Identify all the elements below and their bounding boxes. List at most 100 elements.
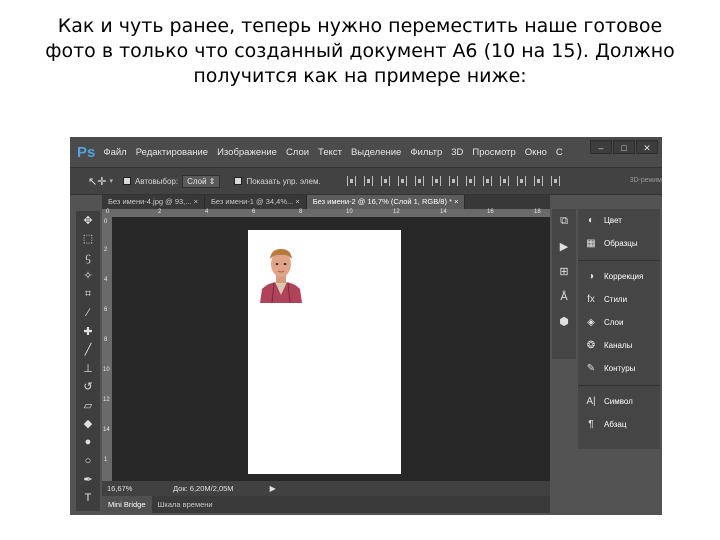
horizontal-ruler: 0 2 4 6 8 10 12 14 16 18 [102,209,550,217]
menu-select[interactable]: Выделение [351,147,401,158]
menu-filter[interactable]: Фильтр [410,147,442,158]
panel-paragraph[interactable]: ¶ Абзац [578,413,660,436]
panel-color[interactable]: ◐ Цвет [578,209,660,232]
menu-edit[interactable]: Редактирование [136,147,208,158]
panel-swatches[interactable]: ▦ Образцы [578,232,660,255]
close-button[interactable]: ✕ [636,140,658,154]
ruler-tick: 12 [393,209,400,215]
eraser-tool-icon[interactable]: ▱ [76,396,100,415]
lasso-tool-icon[interactable]: ᦓ [76,248,100,267]
distribute-bottom-icon[interactable] [482,176,492,186]
slide-caption: Как и чуть ранее, теперь нужно перемести… [20,14,700,89]
distribute-vcenter-icon[interactable] [465,176,475,186]
panel-channels[interactable]: ❂ Каналы [578,334,660,357]
dodge-tool-icon[interactable]: ○ [76,452,100,471]
caption-line-3: получится как на примере ниже: [193,65,527,87]
tab-document-1[interactable]: Без имени-1 @ 34,4%... × [205,195,307,209]
menu-type[interactable]: Текст [318,147,342,158]
actions-play-icon[interactable]: ▶ [552,234,576,259]
paint-bucket-tool-icon[interactable]: ◆ [76,415,100,434]
eyedropper-tool-icon[interactable]: ⁄ [76,304,100,323]
ruler-tick: 6 [104,307,108,313]
menu-image[interactable]: Изображение [217,147,277,158]
swatches-icon: ▦ [586,238,596,249]
magic-wand-tool-icon[interactable]: ✧ [76,267,100,286]
move-tool-icon[interactable]: ✥ [76,211,100,230]
panel-label: Контуры [604,364,636,373]
auto-align-icon[interactable] [550,176,560,186]
brush-presets-icon[interactable]: ⊞ [552,259,576,284]
app-logo: Ps [77,143,96,161]
move-tool-icon[interactable]: ↖✛ [88,175,106,188]
align-bottom-icon[interactable] [380,176,390,186]
ruler-tick: 4 [104,277,108,283]
paths-icon: ✎ [586,363,596,374]
distribute-hcenter-icon[interactable] [516,176,526,186]
align-right-icon[interactable] [431,176,441,186]
align-top-icon[interactable] [346,176,356,186]
history-brush-tool-icon[interactable]: ↺ [76,378,100,397]
character-icon: A| [586,396,596,407]
show-transform-label: Показать упр. элем. [246,176,321,186]
autoselect-value: Слой [187,176,207,186]
menu-window[interactable]: Окно [525,147,547,158]
healing-brush-tool-icon[interactable]: ✚ [76,322,100,341]
clone-source-icon[interactable]: Å [552,284,576,309]
menu-help[interactable]: С [556,147,563,158]
menu-file[interactable]: Файл [103,147,126,158]
panel-label: Символ [604,397,633,406]
tab-document-2[interactable]: Без имени-2 @ 16,7% (Слой 1, RGB/8) * × [306,195,466,209]
panels-dock: ◐ Цвет ▦ Образцы ◑ Коррекция fx Стили ◈ Слои … [578,209,660,449]
menu-3d[interactable]: 3D [451,147,463,158]
document-canvas[interactable] [248,230,401,474]
ruler-tick: 18 [534,209,541,215]
tab-document-4[interactable]: Без имени-4.jpg @ 93,... × [102,195,205,209]
menu-layers[interactable]: Слои [286,147,309,158]
tab-mini-bridge[interactable]: Mini Bridge [102,496,152,513]
chevron-down-icon[interactable]: ▾ [109,177,113,185]
show-transform-checkbox[interactable] [234,177,243,185]
tab-timeline[interactable]: Шкала времени [152,500,219,509]
caption-line-2: фото в только что созданный документ А6 … [20,39,700,64]
minimize-button[interactable]: – [590,140,612,154]
align-vcenter-icon[interactable] [363,176,373,186]
panel-label: Слои [604,318,624,327]
panel-layers[interactable]: ◈ Слои [578,311,660,334]
canvas-area[interactable] [112,217,550,481]
status-menu-arrow-icon[interactable]: ▶ [270,484,276,493]
options-bar: ↖✛ ▾ Автовыбор: Слой ⇕ Показать упр. эле… [70,167,662,195]
ruler-tick: 8 [104,337,108,343]
crop-tool-icon[interactable]: ⌗ [76,285,100,304]
align-left-icon[interactable] [397,176,407,186]
menu-view[interactable]: Просмотр [472,147,515,158]
panel-paths[interactable]: ✎ Контуры [578,357,660,380]
distribute-right-icon[interactable] [533,176,543,186]
autoselect-dropdown[interactable]: Слой ⇕ [182,174,221,188]
type-tool-icon[interactable]: T [76,489,100,508]
color-icon: ◐ [587,215,595,226]
portrait-photo[interactable] [258,243,304,303]
panel-adjustments[interactable]: ◑ Коррекция [578,265,660,288]
zoom-level[interactable]: 16,67% [107,484,147,493]
panel-character[interactable]: A| Символ [578,390,660,413]
autoselect-checkbox[interactable] [122,177,131,185]
pen-tool-icon[interactable]: ✒ [76,470,100,489]
clone-stamp-tool-icon[interactable]: ⊥ [76,359,100,378]
vertical-ruler: 0 2 4 6 8 10 12 14 1 [102,217,112,481]
maximize-button[interactable]: □ [613,140,635,154]
history-icon[interactable]: ⧉ [552,209,576,234]
distribute-top-icon[interactable] [448,176,458,186]
distribute-left-icon[interactable] [499,176,509,186]
photoshop-window: Ps Файл Редактирование Изображение Слои … [70,137,662,515]
mode-3d-label[interactable]: 3D-режим [630,177,662,184]
document-size-info: Док: 6,20M/2,05M [173,484,234,493]
brush-tool-icon[interactable]: ╱ [76,341,100,360]
panel-styles[interactable]: fx Стили [578,288,660,311]
tools-panel: ✥ ⬚ ᦓ ✧ ⌗ ⁄ ✚ ╱ ⊥ ↺ ▱ ◆ ● ○ ✒ T [76,211,100,511]
align-hcenter-icon[interactable] [414,176,424,186]
autoselect-label: Автовыбор: [134,176,179,186]
panel-icon-strip: ⧉ ▶ ⊞ Å ⬢ [552,209,576,359]
marquee-tool-icon[interactable]: ⬚ [76,230,100,249]
3d-cube-icon[interactable]: ⬢ [552,309,576,334]
blur-tool-icon[interactable]: ● [76,433,100,452]
